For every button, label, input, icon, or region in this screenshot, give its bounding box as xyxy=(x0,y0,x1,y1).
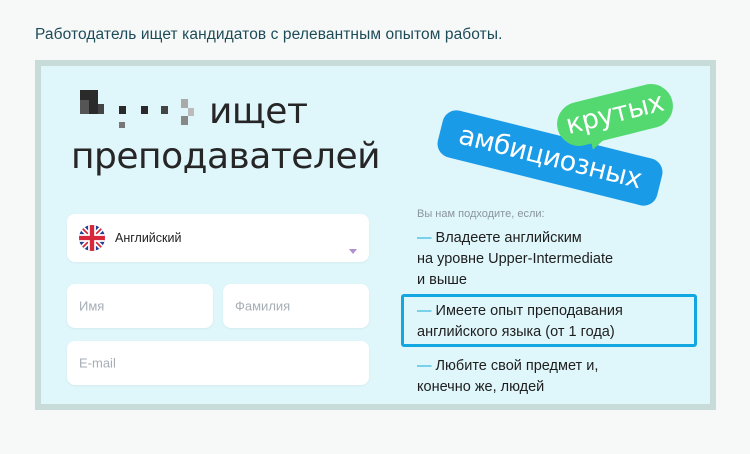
headline-line1: ищет xyxy=(209,91,308,132)
caption: Работодатель ищет кандидатов с релевантн… xyxy=(35,26,503,43)
badge-cool-label: крутых xyxy=(562,86,667,141)
language-select-value: Английский xyxy=(115,231,182,245)
language-select[interactable]: Английский xyxy=(67,214,369,262)
email-field[interactable]: E-mail xyxy=(67,341,369,385)
banner-frame: ищет преподавателей амбициозных крутых А… xyxy=(35,60,716,410)
dash: — xyxy=(417,358,432,374)
requirement-text: Любите свой предмет и, xyxy=(435,358,599,374)
headline-line2: преподавателей xyxy=(71,136,381,177)
last-name-field[interactable]: Фамилия xyxy=(223,284,369,328)
requirement-item-1: — Владеете английским на уровне Upper-In… xyxy=(417,228,613,291)
last-name-placeholder: Фамилия xyxy=(235,298,291,314)
first-name-field[interactable]: Имя xyxy=(67,284,213,328)
email-placeholder: E-mail xyxy=(79,355,116,371)
requirement-text: Владеете английским xyxy=(435,230,582,246)
requirement-text: на уровне Upper-Intermediate xyxy=(417,251,614,267)
requirements-intro: Вы нам подходите, если: xyxy=(417,208,545,220)
first-name-placeholder: Имя xyxy=(79,298,105,314)
requirement-item-3: — Любите свой предмет и, конечно же, люд… xyxy=(417,356,598,398)
highlight-box xyxy=(401,294,697,347)
job-banner: ищет преподавателей амбициозных крутых А… xyxy=(41,66,710,404)
requirement-text: конечно же, людей xyxy=(417,379,545,395)
dash: — xyxy=(417,230,432,246)
badge-cool: крутых xyxy=(552,79,678,151)
chevron-down-icon xyxy=(349,249,357,254)
requirement-text: и выше xyxy=(417,272,467,288)
uk-flag-icon xyxy=(79,225,105,251)
